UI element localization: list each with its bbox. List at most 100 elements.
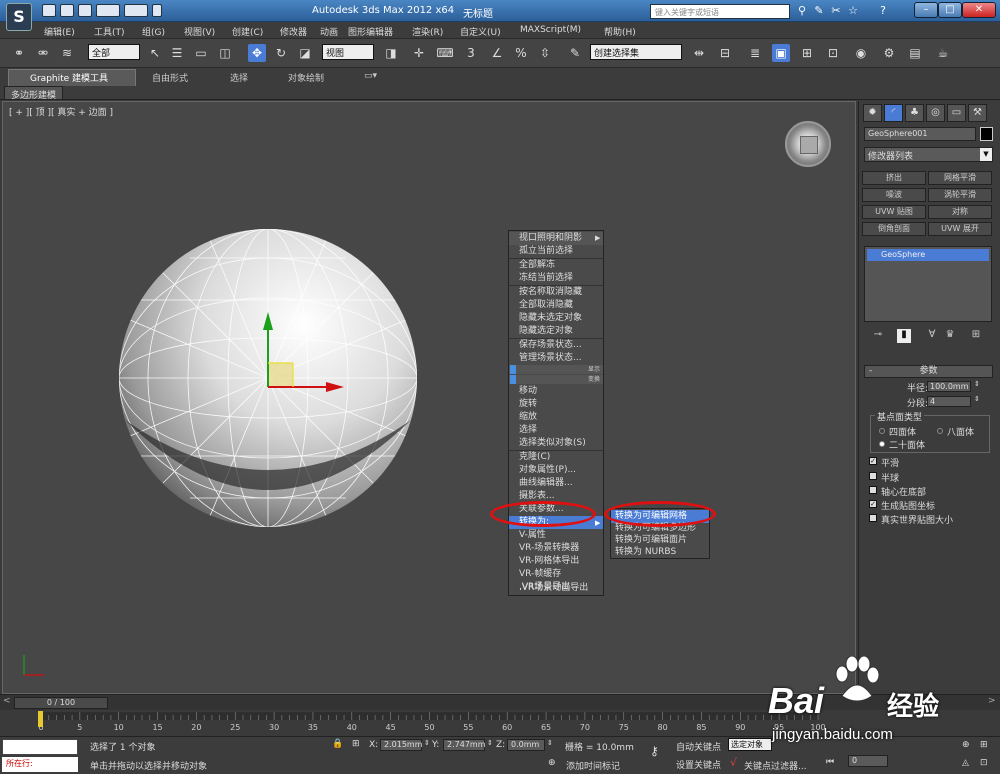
make-unique-icon[interactable]: ∀ <box>925 329 939 343</box>
pin-stack-icon[interactable]: ⊸ <box>871 329 885 343</box>
remove-modifier-icon[interactable]: ♛ <box>943 329 957 343</box>
checkbox-gen-mapping[interactable]: ✓ <box>869 500 877 508</box>
menu-item-object-properties[interactable]: 对象属性(P)... <box>509 464 603 477</box>
modifier-button-uvw-map[interactable]: UVW 贴图 <box>862 205 926 219</box>
menu-item-clone[interactable]: 克隆(C) <box>509 451 603 464</box>
checkbox-gen-mapping-label: 生成贴图坐标 <box>881 502 936 512</box>
segments-field[interactable]: 4 <box>927 396 971 407</box>
prompt-line: 单击并拖动以选择并移动对象 <box>90 762 208 772</box>
menu-item-vr-mesh-export[interactable]: VR-网格体导出 <box>509 555 603 568</box>
menu-item-vr-scene-anim-export-label[interactable]: .VR场景动画导出 <box>509 582 603 595</box>
zoom-icon[interactable]: ⊕ <box>962 740 970 750</box>
menu-item-unhide-all[interactable]: 全部取消隐藏 <box>509 299 603 312</box>
menu-item-save-scene-state[interactable]: 保存场景状态... <box>509 339 603 352</box>
motion-tab-icon[interactable]: ◎ <box>926 104 945 122</box>
modifier-list-dropdown[interactable]: 修改器列表 ▼ <box>864 147 993 162</box>
utilities-tab-icon[interactable]: ⚒ <box>968 104 987 122</box>
menu-item-lighting-shadows[interactable]: 视口照明和阴影 <box>509 232 603 245</box>
show-end-result-icon[interactable]: ▮ <box>897 329 911 343</box>
z-spinner-icon[interactable]: ⇕ <box>547 739 553 747</box>
watermark-url: jingyan.baidu.com <box>772 726 893 743</box>
x-spinner-icon[interactable]: ⇕ <box>424 739 430 747</box>
set-key-button[interactable]: 设置关键点 <box>676 758 721 771</box>
radio-octa[interactable] <box>937 428 943 434</box>
y-spinner-icon[interactable]: ⇕ <box>487 739 493 747</box>
default-tangent-icon[interactable]: √ <box>730 756 737 769</box>
menu-item-unfreeze-all[interactable]: 全部解冻 <box>509 259 603 272</box>
hierarchy-tab-icon[interactable]: ♣ <box>905 104 924 122</box>
menu-item-curve-editor[interactable]: 曲线编辑器... <box>509 477 603 490</box>
menu-item-isolate[interactable]: 孤立当前选择 <box>509 245 603 258</box>
menu-item-rotate[interactable]: 旋转 <box>509 398 603 411</box>
menu-item-hide-unselected[interactable]: 隐藏未选定对象 <box>509 312 603 325</box>
object-color-swatch[interactable] <box>980 127 993 141</box>
stack-item-geosphere[interactable]: GeoSphere <box>867 249 989 261</box>
x-coordinate-field[interactable]: 2.015mm <box>380 739 423 751</box>
radius-field[interactable]: 100.0mm <box>927 381 971 392</box>
field-of-view-icon[interactable]: ◬ <box>962 758 969 768</box>
next-frame-icon[interactable]: > <box>988 696 996 706</box>
menu-item-manage-scene-states[interactable]: 管理场景状态... <box>509 352 603 365</box>
track-tick-label: 25 <box>230 723 240 732</box>
create-tab-icon[interactable]: ✹ <box>863 104 882 122</box>
zoom-all-icon[interactable]: ⊞ <box>980 740 988 750</box>
modifier-button-turbosmooth[interactable]: 涡轮平滑 <box>928 188 992 202</box>
menu-item-vr-frame-buffer[interactable]: VR-帧缓存 <box>509 568 603 581</box>
checkbox-smooth[interactable]: ✓ <box>869 457 877 465</box>
modify-tab-icon[interactable]: ◜ <box>884 104 903 122</box>
app-logo-icon[interactable]: S <box>6 3 32 31</box>
absolute-mode-icon[interactable]: ⊞ <box>352 739 360 749</box>
radius-spinner-icon[interactable]: ⇕ <box>974 380 980 388</box>
checkbox-real-world-label: 真实世界贴图大小 <box>881 516 954 526</box>
menu-item-vr-scene-converter[interactable]: VR-场景转换器 <box>509 542 603 555</box>
menu-item-select[interactable]: 选择 <box>509 424 603 437</box>
goto-start-icon[interactable]: ⏮ <box>826 757 834 767</box>
modifier-button-bevel-profile[interactable]: 倒角剖面 <box>862 222 926 236</box>
modifier-stack[interactable]: GeoSphere <box>864 246 992 322</box>
base-type-label: 基点面类型 <box>875 410 925 423</box>
auto-key-button[interactable]: 自动关键点 <box>676 740 721 753</box>
radio-icosa[interactable] <box>879 441 885 447</box>
modifier-button-meshsmooth[interactable]: 网格平滑 <box>928 171 992 185</box>
y-coordinate-field[interactable]: 2.747mm <box>443 739 486 751</box>
menu-item-move[interactable]: 移动 <box>509 385 603 398</box>
checkbox-hemisphere[interactable]: ✓ <box>869 472 877 480</box>
display-tab-icon[interactable]: ▭ <box>947 104 966 122</box>
menu-item-unhide-by-name[interactable]: 按名称取消隐藏 <box>509 286 603 299</box>
maximize-viewport-icon[interactable]: ⊡ <box>980 758 988 768</box>
menu-item-v-properties[interactable]: V-属性 <box>509 529 603 542</box>
checkbox-base-pivot[interactable]: ✓ <box>869 486 877 494</box>
viewcube-face[interactable] <box>800 136 818 154</box>
time-slider[interactable]: 0 / 100 <box>14 697 108 709</box>
z-coordinate-field[interactable]: 0.0mm <box>507 739 545 751</box>
time-tag-icon[interactable]: ⊕ <box>548 758 556 768</box>
menu-item-hide-selection[interactable]: 隐藏选定对象 <box>509 325 603 338</box>
object-name-field[interactable]: GeoSphere001 <box>864 127 976 141</box>
viewcube[interactable] <box>785 121 831 167</box>
rollout-parameters-header[interactable]: - 参数 <box>864 365 993 378</box>
menu-item-select-similar[interactable]: 选择类似对象(S) <box>509 437 603 450</box>
radio-tetra[interactable] <box>879 428 885 434</box>
modifier-button-symmetry[interactable]: 对称 <box>928 205 992 219</box>
configure-sets-icon[interactable]: ⊞ <box>969 329 983 343</box>
maxscript-line-label[interactable]: 所在行: <box>2 757 78 772</box>
current-frame-field[interactable]: 0 <box>848 755 888 767</box>
key-filters-button[interactable]: 关键点过滤器... <box>744 759 807 772</box>
modifier-button-extrude[interactable]: 挤出 <box>862 171 926 185</box>
submenu-nurbs[interactable]: 转换为 NURBS <box>611 546 709 559</box>
checkbox-real-world[interactable]: ✓ <box>869 514 877 522</box>
modifier-button-noise[interactable]: 噪波 <box>862 188 926 202</box>
track-tick-label: 80 <box>658 723 668 732</box>
maxscript-listener[interactable] <box>2 739 78 755</box>
modifier-button-unwrap-uvw[interactable]: UVW 展开 <box>928 222 992 236</box>
track-tick-label: 70 <box>580 723 590 732</box>
menu-item-scale[interactable]: 缩放 <box>509 411 603 424</box>
add-time-tag[interactable]: 添加时间标记 <box>566 759 620 772</box>
key-icon[interactable]: ⚷ <box>650 744 659 758</box>
menu-item-freeze-selection[interactable]: 冻结当前选择 <box>509 272 603 285</box>
prev-frame-icon[interactable]: < <box>3 696 11 706</box>
track-tick-label: 5 <box>77 723 82 732</box>
lock-icon[interactable]: 🔒 <box>332 739 343 749</box>
key-selection-set-dropdown[interactable]: 选定对象 <box>728 738 772 751</box>
segments-spinner-icon[interactable]: ⇕ <box>974 395 980 403</box>
